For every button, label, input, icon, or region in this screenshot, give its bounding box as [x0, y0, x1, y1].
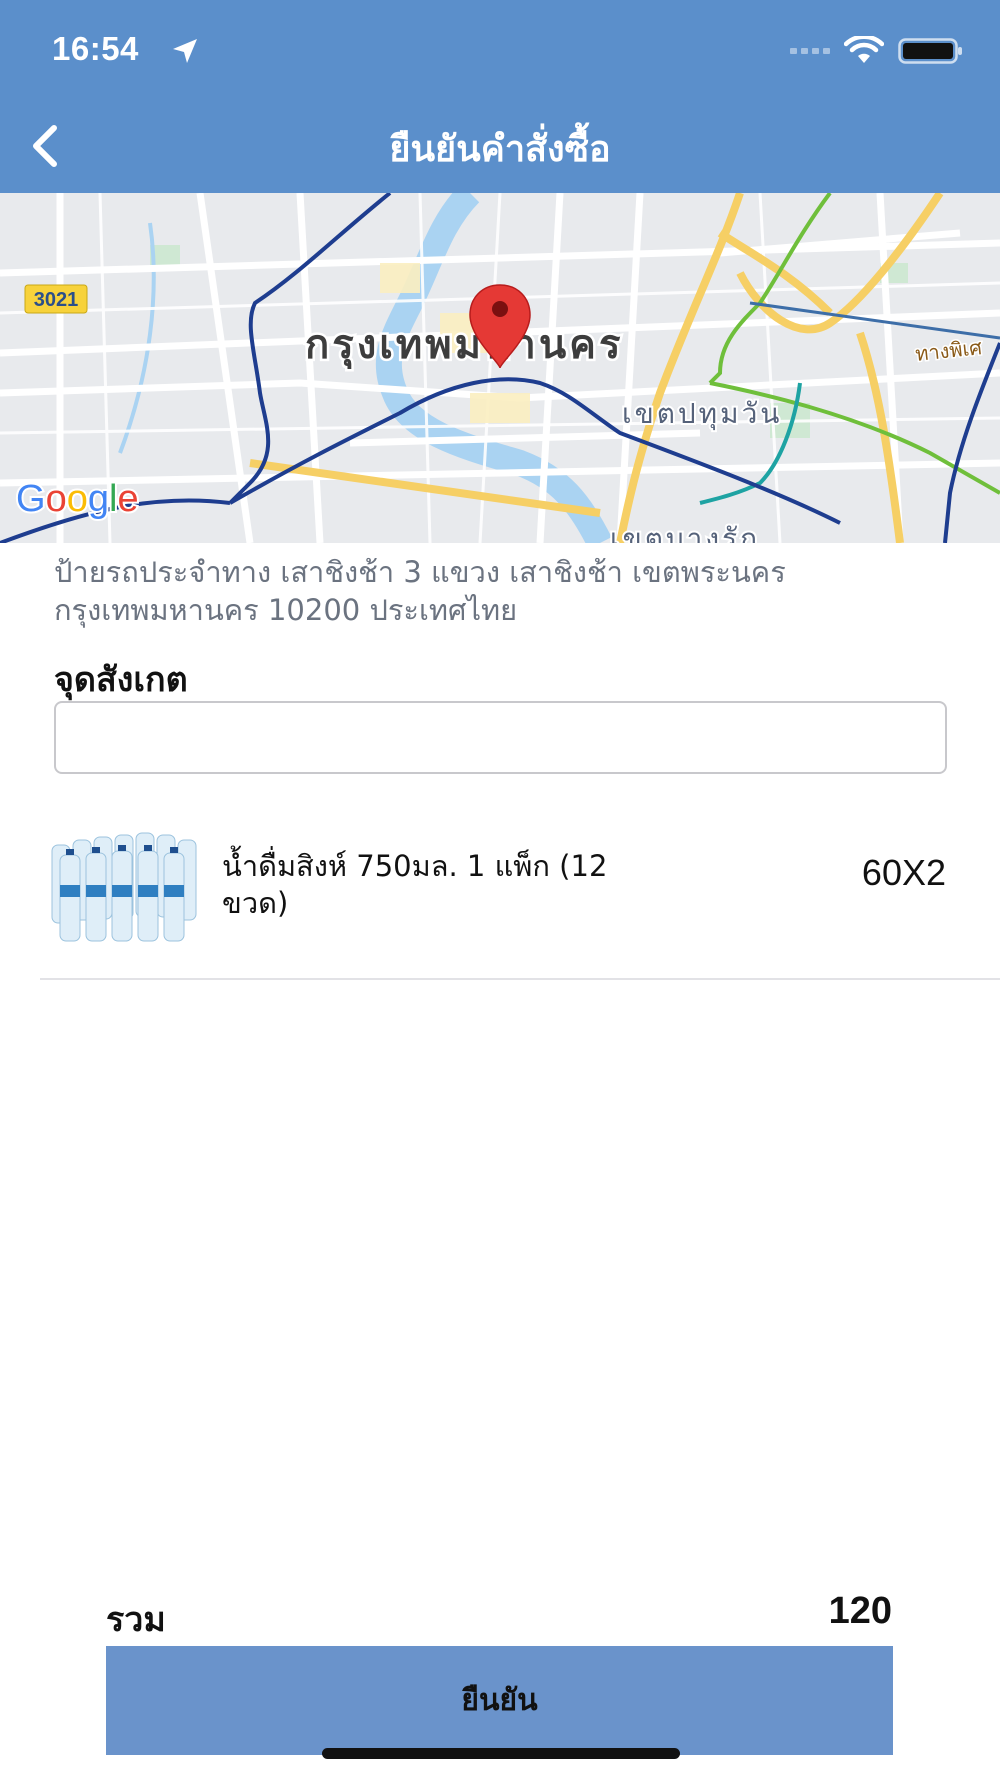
nav-header: 16:54 ยืนยันคำสั่งซื้อ	[0, 0, 1000, 193]
item-quantity-price: 60X2	[861, 852, 946, 893]
svg-text:3021: 3021	[34, 289, 79, 311]
item-name: น้ำดื่มสิงห์ 750มล. 1 แพ็ก (12 ขวด)	[222, 849, 608, 920]
map-city-label: กรุงเทพมหานคร	[305, 322, 623, 370]
svg-text:Google: Google	[16, 478, 139, 520]
battery-icon	[898, 38, 962, 64]
map-route-shield: 3021	[24, 284, 88, 314]
wifi-icon	[844, 36, 884, 63]
status-time: 16:54	[52, 30, 139, 67]
location-arrow-icon	[173, 39, 197, 63]
address-text: ป้ายรถประจำทาง เสาชิงช้า 3 แขวง เสาชิงช้…	[54, 555, 786, 627]
google-logo: Google	[14, 476, 141, 522]
order-item-row: น้ำดื่มสิงห์ 750มล. 1 แพ็ก (12 ขวด) 60X2	[40, 810, 1000, 980]
landmark-input[interactable]	[54, 701, 947, 774]
total-label: รวม	[106, 1600, 166, 1640]
map-district-label: เขตปทุมวัน	[622, 397, 782, 431]
confirm-button[interactable]: ยืนยัน	[106, 1646, 893, 1755]
map-district-label-2: เขตบางรัก	[610, 522, 760, 543]
total-value: 120	[828, 1590, 892, 1632]
page-title: ยืนยันคำสั่งซื้อ	[389, 129, 611, 170]
map-tiles: 3021 กรุงเทพมหานคร เขตปทุมวัน เขตบางรัก …	[0, 193, 1000, 543]
status-indicators	[790, 36, 964, 66]
home-indicator[interactable]	[322, 1748, 680, 1759]
landmark-label: จุดสังเกต	[54, 660, 188, 700]
map-view[interactable]: 3021 กรุงเทพมหานคร เขตปทุมวัน เขตบางรัก …	[0, 193, 1000, 543]
cellular-signal-icon	[790, 48, 830, 54]
product-image-water-bottles	[40, 815, 205, 955]
